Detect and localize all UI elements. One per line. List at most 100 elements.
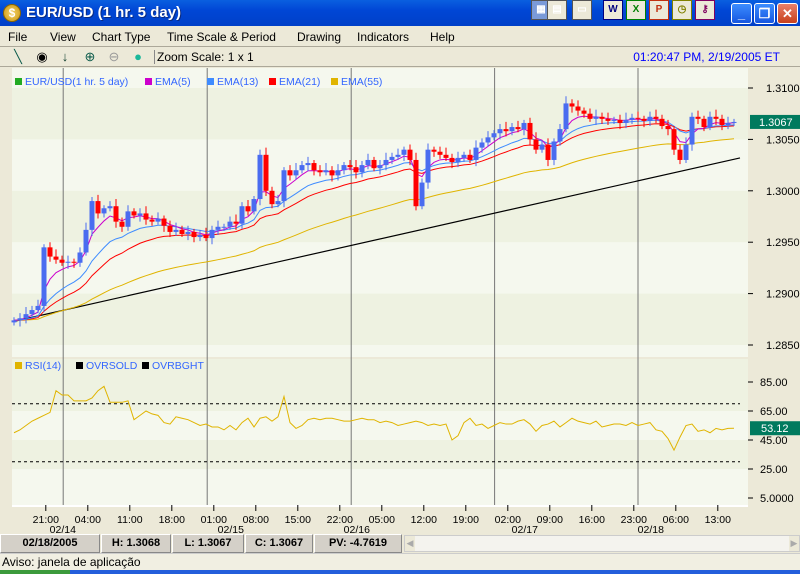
candle[interactable]: [41, 244, 47, 313]
candle-body: [551, 141, 557, 160]
candle[interactable]: [413, 152, 419, 211]
legend-label: EMA(21): [279, 76, 320, 88]
candle-body: [713, 116, 719, 119]
candle[interactable]: [263, 147, 269, 196]
menu-time-scale[interactable]: Time Scale & Period: [167, 30, 276, 44]
status-pv: PV: -4.7619: [314, 534, 402, 553]
candle-body: [587, 113, 593, 119]
time-tick-label: 06:00: [663, 514, 689, 526]
candle-body: [545, 144, 551, 160]
candle-body: [599, 116, 605, 119]
clock-icon[interactable]: ◷: [672, 0, 692, 20]
candle-body: [371, 159, 377, 169]
candle-body: [635, 117, 641, 119]
excel-icon[interactable]: X: [626, 0, 646, 20]
menu-file[interactable]: File: [8, 30, 27, 44]
candle-body: [719, 118, 725, 126]
zoom-in-icon[interactable]: ⊕: [82, 49, 98, 65]
candle-body: [107, 206, 113, 209]
line-tool-icon[interactable]: ╲: [10, 49, 26, 65]
price-tick-label: 1.2900: [766, 289, 800, 301]
start-button[interactable]: [0, 570, 70, 574]
candle-body: [185, 231, 191, 234]
candle-body: [203, 235, 209, 239]
legend-label: RSI(14): [25, 360, 61, 372]
candle-body: [23, 314, 29, 319]
price-tick-label: 1.2850: [766, 340, 800, 352]
legend-label: EMA(55): [341, 76, 382, 88]
candle[interactable]: [419, 178, 425, 210]
candle-body: [317, 170, 323, 173]
close-button[interactable]: ✕: [777, 3, 798, 24]
candle-body: [83, 229, 89, 253]
candle-body: [707, 116, 713, 128]
time-tick-label: 08:00: [243, 514, 269, 526]
menu-drawing[interactable]: Drawing: [297, 30, 341, 44]
candle-body: [569, 103, 575, 107]
candle-body: [35, 305, 41, 311]
candle[interactable]: [425, 143, 431, 189]
candle-body: [425, 149, 431, 183]
candle-body: [605, 118, 611, 121]
candle-body: [263, 154, 269, 191]
menu-chart-type[interactable]: Chart Type: [92, 30, 150, 44]
clock: 01:20:47 PM, 2/19/2005 ET: [633, 50, 780, 64]
time-tick-label: 12:00: [411, 514, 437, 526]
menu-view[interactable]: View: [50, 30, 76, 44]
candle-body: [11, 320, 17, 323]
candle-body: [431, 149, 437, 152]
menu-help[interactable]: Help: [430, 30, 455, 44]
candle-body: [311, 163, 317, 171]
rsi-tick-label: 65.00: [760, 406, 788, 418]
candle-body: [401, 149, 407, 155]
time-tick-label: 18:00: [159, 514, 185, 526]
candle-body: [269, 190, 275, 205]
taskbar: [0, 570, 800, 574]
menu-indicators[interactable]: Indicators: [357, 30, 409, 44]
candle-body: [419, 182, 425, 207]
legend-swatch: [207, 78, 214, 85]
powerpoint-icon[interactable]: P: [649, 0, 669, 20]
restore-button[interactable]: ❐: [754, 3, 775, 24]
candle-body: [443, 154, 449, 158]
crosshair-icon[interactable]: ◉: [34, 49, 50, 65]
candle-body: [323, 170, 329, 173]
candle-body: [449, 157, 455, 163]
candle-body: [173, 229, 179, 232]
zoom-out-icon[interactable]: ⊖: [106, 49, 122, 65]
key-icon[interactable]: ⚷: [695, 0, 715, 20]
candle-body: [701, 118, 707, 128]
status-light-icon: ●: [134, 49, 142, 64]
folder-icon[interactable]: ▭: [572, 0, 592, 20]
candle-body: [689, 116, 695, 145]
candle-body: [647, 116, 653, 121]
candle-body: [293, 170, 299, 176]
horizontal-scrollbar[interactable]: ◀ ▶: [404, 535, 800, 552]
candle-body: [215, 226, 221, 230]
candle-body: [509, 127, 515, 132]
toolbar: ╲ ◉ ↓ ⊕ ⊖ ● Zoom Scale: 1 x 1 01:20:47 P…: [0, 47, 800, 67]
candle-body: [671, 129, 677, 150]
chart-area[interactable]: 1.3100 1.3050 1.3000 1.2950 1.2900 1.2850 85.0…: [0, 68, 800, 534]
candle-body: [149, 219, 155, 222]
title-bar: $ EUR/USD (1 hr. 5 day) ▦ ▤ ▭ W X P ◷ ⚷ …: [0, 0, 800, 26]
notepad-icon[interactable]: ▤: [547, 0, 567, 20]
candle[interactable]: [257, 149, 263, 206]
scroll-left-button[interactable]: ◀: [405, 536, 415, 551]
arrow-down-icon[interactable]: ↓: [57, 49, 73, 65]
price-tick-label: 1.3000: [766, 186, 800, 198]
candle-body: [617, 119, 623, 123]
candle-body: [143, 213, 149, 220]
word-icon[interactable]: W: [603, 0, 623, 20]
candle-body: [521, 122, 527, 130]
scroll-right-button[interactable]: ▶: [789, 536, 799, 551]
window-title: EUR/USD (1 hr. 5 day): [26, 4, 182, 21]
candle-body: [89, 201, 95, 230]
status-close: C: 1.3067: [245, 534, 313, 553]
menu-bar: File View Chart Type Time Scale & Period…: [0, 26, 800, 47]
candle-body: [77, 252, 83, 263]
minimize-button[interactable]: _: [731, 3, 752, 24]
date-label: 02/15: [218, 524, 244, 534]
candle-body: [227, 221, 233, 227]
candle-body: [65, 261, 71, 263]
